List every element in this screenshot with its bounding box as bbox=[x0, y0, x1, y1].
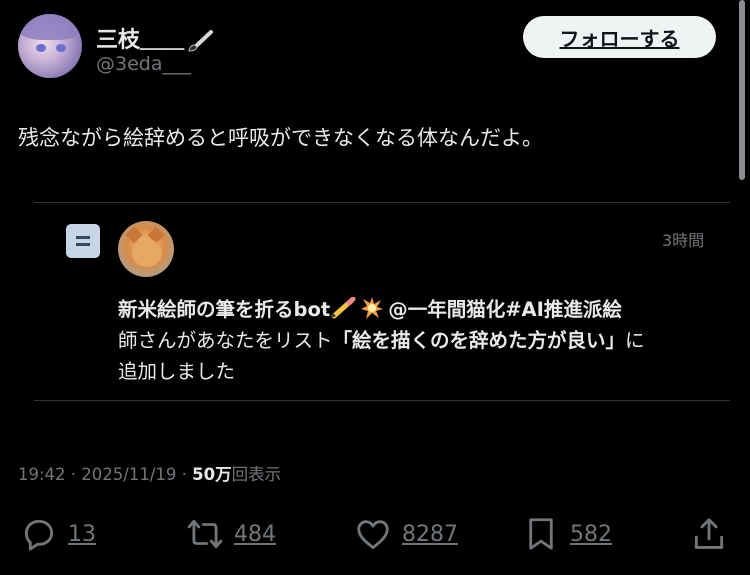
divider bbox=[34, 202, 730, 203]
scrollbar[interactable] bbox=[739, 0, 745, 180]
bot-name[interactable]: 新米絵師の筆を折るbot bbox=[118, 298, 330, 321]
paintbrush-icon bbox=[188, 30, 214, 52]
share-button[interactable] bbox=[690, 512, 728, 556]
like-button[interactable]: 8287 bbox=[354, 512, 458, 556]
retweet-count: 484 bbox=[234, 521, 276, 547]
like-count: 8287 bbox=[402, 521, 458, 547]
notification-time: 3時間 bbox=[662, 231, 705, 250]
notification-text: 新米絵師の筆を折るbot @一年間猫化#AI推進派絵 師さんがあなたをリスト「絵… bbox=[118, 297, 645, 383]
author-display-name[interactable]: 三枝＿＿ bbox=[96, 22, 214, 54]
list-name[interactable]: 「絵を描くのを辞めた方が良い」 bbox=[333, 329, 626, 352]
reply-count: 13 bbox=[68, 521, 96, 547]
divider bbox=[34, 400, 730, 401]
author-handle[interactable]: @3eda___ bbox=[96, 53, 191, 75]
tweet-meta: 19:42 · 2025/11/19 · 50万回表示 bbox=[18, 461, 281, 485]
tweet-text: 残念ながら絵辞めると呼吸ができなくなる体なんだよ。 bbox=[18, 126, 543, 150]
action-bar: 13 484 8287 582 bbox=[0, 512, 750, 556]
view-label: 回表示 bbox=[231, 465, 282, 484]
retweet-icon bbox=[187, 519, 223, 549]
pencil-icon bbox=[331, 297, 356, 319]
reply-icon bbox=[24, 519, 54, 551]
reply-button[interactable]: 13 bbox=[20, 512, 96, 556]
author-avatar[interactable] bbox=[18, 14, 82, 78]
bookmark-count: 582 bbox=[570, 521, 612, 547]
bot-avatar[interactable] bbox=[118, 221, 174, 277]
follow-button[interactable]: フォローする bbox=[523, 16, 716, 58]
list-icon bbox=[66, 224, 100, 258]
bookmark-button[interactable]: 582 bbox=[522, 512, 612, 556]
heart-icon bbox=[357, 520, 389, 549]
collision-icon bbox=[361, 297, 384, 319]
bookmark-icon bbox=[529, 518, 553, 550]
mention-text[interactable]: @一年間猫化#AI推進派絵 bbox=[388, 298, 622, 321]
timestamp[interactable]: 19:42 · 2025/11/19 · bbox=[18, 465, 192, 484]
retweet-button[interactable]: 484 bbox=[186, 512, 276, 556]
share-icon bbox=[694, 518, 724, 549]
view-count: 50万 bbox=[192, 465, 232, 484]
